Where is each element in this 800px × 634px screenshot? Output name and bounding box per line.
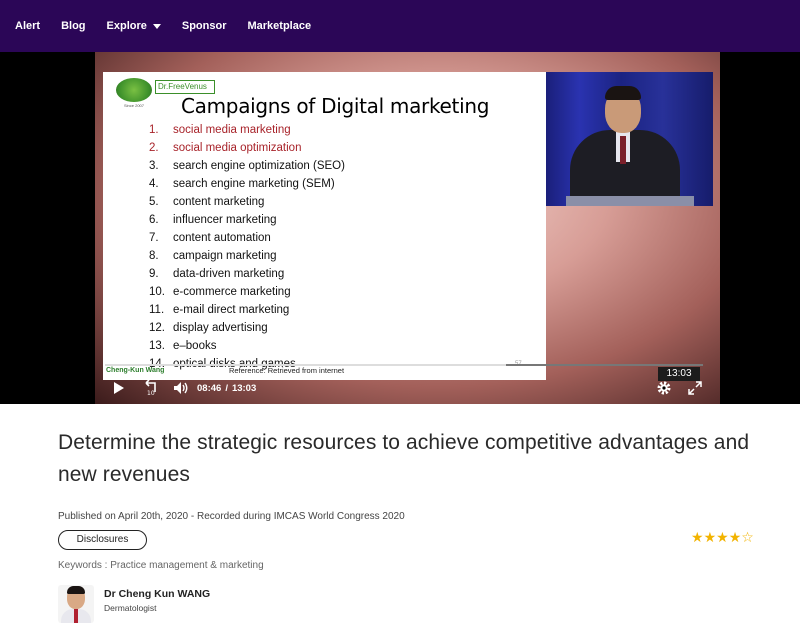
avatar[interactable] bbox=[58, 585, 94, 623]
replay-10-icon[interactable]: 10 bbox=[142, 379, 160, 397]
slide-list-number: 2. bbox=[149, 142, 159, 154]
slide-list-text: e–books bbox=[173, 340, 217, 352]
gear-icon[interactable] bbox=[656, 380, 672, 396]
slide-list-item: 4. search engine marketing (SEM) bbox=[149, 175, 345, 193]
slide-list-item: 6. influencer marketing bbox=[149, 211, 345, 229]
progress-bar[interactable] bbox=[105, 364, 703, 366]
slide-list-number: 6. bbox=[149, 214, 159, 226]
slide-list: 1. social media marketing 2. social media o… bbox=[149, 121, 345, 373]
nav-explore[interactable]: Explore bbox=[107, 20, 161, 32]
slide-list-number: 1. bbox=[149, 124, 159, 136]
fullscreen-icon[interactable] bbox=[688, 381, 702, 395]
slide-title: Campaigns of Digital marketing bbox=[181, 94, 490, 118]
nav-explore-label: Explore bbox=[106, 20, 147, 32]
avatar-hair bbox=[67, 586, 85, 594]
slide-list-text: campaign marketing bbox=[173, 250, 277, 262]
slide-list-text: data-driven marketing bbox=[173, 268, 285, 280]
slide-list-number: 4. bbox=[149, 178, 159, 190]
slide-list-text: content marketing bbox=[173, 196, 265, 208]
top-navbar: Alert Blog Explore Sponsor Marketplace bbox=[0, 0, 800, 52]
slide-list-item: 11. e-mail direct marketing bbox=[149, 301, 345, 319]
slide-list-text: e-commerce marketing bbox=[173, 286, 291, 298]
keywords: Keywords : Practice management & marketi… bbox=[58, 560, 264, 571]
slide-list-item: 7. content automation bbox=[149, 229, 345, 247]
publish-info: Published on April 20th, 2020 - Recorded… bbox=[58, 511, 405, 522]
nav-alert[interactable]: Alert bbox=[15, 20, 40, 32]
clinic-logo-caption: Since 2007 bbox=[123, 103, 144, 108]
brand-logo: Dr.FreeVenus bbox=[155, 80, 215, 94]
total-time: 13:03 bbox=[231, 383, 257, 394]
star-empty-icon[interactable]: ☆ bbox=[741, 529, 754, 545]
speaker-hair bbox=[605, 86, 641, 100]
slide-list-item: 2. social media optimization bbox=[149, 139, 345, 157]
slide-list-text: social media marketing bbox=[173, 124, 291, 136]
star-filled-icon[interactable]: ★ bbox=[716, 529, 729, 545]
slide-list-item: 9. data-driven marketing bbox=[149, 265, 345, 283]
slide-list-number: 9. bbox=[149, 268, 159, 280]
progress-fill bbox=[105, 364, 506, 366]
disclosures-button[interactable]: Disclosures bbox=[58, 530, 147, 550]
svg-text:10: 10 bbox=[147, 390, 155, 397]
star-filled-icon[interactable]: ★ bbox=[691, 529, 704, 545]
slide-list-number: 11. bbox=[149, 304, 165, 316]
current-time: 08:46 bbox=[197, 383, 222, 394]
slide-list-text: search engine optimization (SEO) bbox=[173, 160, 345, 172]
slide-list-text: content automation bbox=[173, 232, 271, 244]
presentation-slide: Since 2007 Dr.FreeVenus Campaigns of Dig… bbox=[103, 72, 546, 380]
slide-list-item: 10. e-commerce marketing bbox=[149, 283, 345, 301]
slide-list-item: 8. campaign marketing bbox=[149, 247, 345, 265]
podium bbox=[566, 196, 694, 206]
author-name[interactable]: Dr Cheng Kun WANG bbox=[104, 588, 210, 600]
nav-marketplace[interactable]: Marketplace bbox=[248, 20, 312, 32]
nav-blog[interactable]: Blog bbox=[61, 20, 85, 32]
video-player[interactable]: Since 2007 Dr.FreeVenus Campaigns of Dig… bbox=[0, 52, 800, 404]
avatar-tie bbox=[74, 609, 78, 623]
rating-stars[interactable]: ★ ★ ★ ★ ☆ bbox=[691, 529, 754, 545]
star-filled-icon[interactable]: ★ bbox=[704, 529, 717, 545]
time-separator: / bbox=[225, 383, 228, 394]
slide-list-text: display advertising bbox=[173, 322, 268, 334]
time-display: 08:46/13:03 bbox=[197, 383, 260, 394]
clinic-logo bbox=[116, 78, 152, 102]
slide-list-number: 7. bbox=[149, 232, 159, 244]
slide-list-item: 5. content marketing bbox=[149, 193, 345, 211]
video-controls: 10 08:46/13:03 bbox=[110, 378, 710, 400]
slide-list-item: 13. e–books bbox=[149, 337, 345, 355]
slide-list-text: social media optimization bbox=[173, 142, 302, 154]
author-role: Dermatologist bbox=[104, 603, 157, 613]
star-filled-icon[interactable]: ★ bbox=[729, 529, 742, 545]
speaker-tie bbox=[620, 136, 626, 164]
volume-icon[interactable] bbox=[173, 381, 189, 395]
slide-list-item: 3. search engine optimization (SEO) bbox=[149, 157, 345, 175]
slide-list-item: 1. social media marketing bbox=[149, 121, 345, 139]
slide-list-text: search engine marketing (SEM) bbox=[173, 178, 335, 190]
slide-list-item: 12. display advertising bbox=[149, 319, 345, 337]
slide-list-text: e-mail direct marketing bbox=[173, 304, 290, 316]
chevron-down-icon bbox=[152, 23, 161, 29]
video-title: Determine the strategic resources to ach… bbox=[58, 431, 750, 486]
slide-footer-reference: Reference: Retrieved from internet bbox=[229, 366, 345, 375]
slide-list-text: influencer marketing bbox=[173, 214, 277, 226]
slide-list-number: 8. bbox=[149, 250, 159, 262]
play-icon[interactable] bbox=[114, 382, 124, 394]
slide-footer-name: Cheng-Kun Wang bbox=[106, 367, 165, 374]
slide-list-number: 10. bbox=[149, 286, 165, 298]
slide-list-number: 3. bbox=[149, 160, 159, 172]
speaker-video bbox=[546, 72, 713, 206]
slide-list-number: 5. bbox=[149, 196, 159, 208]
slide-list-number: 13. bbox=[149, 340, 165, 352]
slide-list-number: 12. bbox=[149, 322, 165, 334]
nav-sponsor[interactable]: Sponsor bbox=[182, 20, 227, 32]
